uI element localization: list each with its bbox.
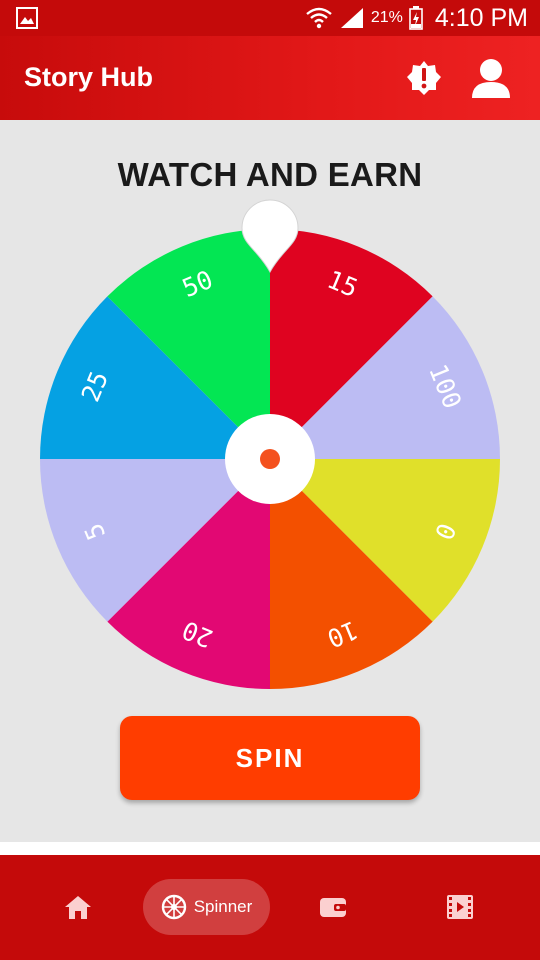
- gallery-notification-icon: [16, 7, 38, 29]
- nav-wallet[interactable]: [303, 879, 363, 935]
- account-icon[interactable]: [470, 56, 512, 100]
- wifi-icon: [306, 7, 332, 29]
- signal-icon: [340, 8, 363, 28]
- nav-home[interactable]: [48, 879, 108, 935]
- main-content: WATCH AND EARN 15 100 0 10 20 5 25 50 SPIN: [0, 120, 540, 842]
- nav-spinner-label: Spinner: [193, 897, 253, 916]
- divider: [0, 842, 540, 855]
- app-title: Story Hub: [24, 62, 154, 92]
- home-icon: [65, 896, 91, 919]
- status-bar: 21% 4:10 PM: [0, 0, 540, 36]
- alert-badge-icon[interactable]: [404, 58, 444, 98]
- bottom-navigation: Spinner: [0, 855, 540, 960]
- battery-charging-icon: [409, 6, 423, 30]
- status-time: 4:10 PM: [434, 3, 528, 32]
- spin-button[interactable]: SPIN: [120, 716, 420, 800]
- battery-percent: 21%: [370, 9, 403, 26]
- app-bar: Story Hub: [0, 36, 540, 120]
- wheel-hub-dot: [260, 449, 280, 469]
- wallet-icon: [320, 898, 346, 917]
- spinner-icon: [161, 894, 186, 920]
- nav-videos[interactable]: [430, 879, 490, 935]
- videos-icon: [447, 895, 473, 919]
- nav-spinner[interactable]: Spinner: [143, 879, 270, 935]
